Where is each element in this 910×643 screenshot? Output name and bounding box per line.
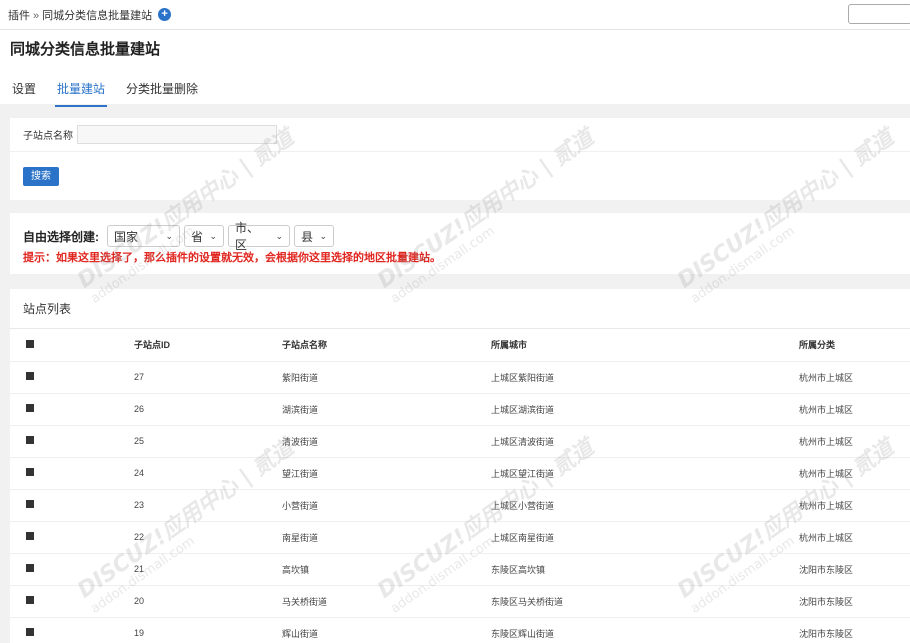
row-checkbox[interactable] xyxy=(26,596,34,604)
cell-id: 24 xyxy=(134,457,282,490)
tab-bar: 设置 批量建站 分类批量删除 xyxy=(10,72,900,107)
cell-name: 辉山街道 xyxy=(282,617,491,643)
subsite-name-label: 子站点名称 xyxy=(23,131,73,142)
column-header-city: 所属城市 xyxy=(491,329,799,362)
add-shortcut-icon[interactable]: + xyxy=(158,8,172,21)
row-checkbox[interactable] xyxy=(26,372,34,380)
cell-id: 20 xyxy=(134,585,282,618)
cell-name: 小营街道 xyxy=(282,489,491,522)
cell-name: 望江街道 xyxy=(282,457,491,490)
row-checkbox[interactable] xyxy=(26,468,34,476)
region-select-panel: 自由选择创建: 国家 ⌄ 省 ⌄ 市、区 ⌄ 县 ⌄ 提示：如果这里选择了，那么插件的设… xyxy=(10,213,910,274)
cell-category: 杭州市上城区 xyxy=(799,361,910,394)
cell-name: 紫阳街道 xyxy=(282,361,491,394)
column-header-name: 子站点名称 xyxy=(282,329,491,362)
row-checkbox[interactable] xyxy=(26,500,34,508)
city-district-select[interactable]: 市、区 ⌄ xyxy=(228,221,290,252)
top-bar: 插件» 同城分类信息批量建站 + xyxy=(0,0,910,30)
subsite-name-input[interactable] xyxy=(77,125,277,144)
chevron-down-icon: ⌄ xyxy=(209,230,217,241)
breadcrumb-separator: » xyxy=(33,9,40,22)
province-select[interactable]: 省 ⌄ xyxy=(184,225,224,247)
cell-id: 25 xyxy=(134,425,282,458)
table-row: 27 紫阳街道 上城区紫阳街道 杭州市上城区 xyxy=(10,361,910,394)
cell-city: 东陵区辉山街道 xyxy=(491,617,799,643)
cell-id: 26 xyxy=(134,393,282,426)
search-panel: 子站点名称 搜索 xyxy=(10,118,910,200)
cell-category: 杭州市上城区 xyxy=(799,489,910,522)
row-checkbox[interactable] xyxy=(26,564,34,572)
cell-name: 马关桥街道 xyxy=(282,585,491,618)
row-checkbox[interactable] xyxy=(26,436,34,444)
tab-settings[interactable]: 设置 xyxy=(10,72,38,107)
cell-category: 杭州市上城区 xyxy=(799,521,910,554)
site-list-panel: 站点列表 子站点ID 子站点名称 所属城市 所属分类 27 紫阳街道 上城区紫阳街道… xyxy=(10,289,910,643)
county-select[interactable]: 县 ⌄ xyxy=(294,225,334,247)
cell-id: 21 xyxy=(134,553,282,586)
table-header-row: 子站点ID 子站点名称 所属城市 所属分类 xyxy=(10,329,910,362)
cell-name: 高坎镇 xyxy=(282,553,491,586)
region-select-label: 自由选择创建: xyxy=(23,229,99,244)
breadcrumb-root[interactable]: 插件 xyxy=(8,10,30,22)
tab-batch-delete-category[interactable]: 分类批量删除 xyxy=(124,72,200,107)
chevron-down-icon: ⌄ xyxy=(165,230,173,241)
site-list-title: 站点列表 xyxy=(10,289,910,329)
cell-id: 22 xyxy=(134,521,282,554)
cell-city: 上城区小营街道 xyxy=(491,489,799,522)
page-header: 同城分类信息批量建站 设置 批量建站 分类批量删除 xyxy=(0,30,910,107)
cell-category: 沈阳市东陵区 xyxy=(799,585,910,618)
top-search-input[interactable] xyxy=(848,4,910,24)
table-row: 24 望江街道 上城区望江街道 杭州市上城区 xyxy=(10,457,910,490)
chevron-down-icon: ⌄ xyxy=(319,230,327,241)
cell-city: 上城区湖滨街道 xyxy=(491,393,799,426)
cell-city: 上城区清波街道 xyxy=(491,425,799,458)
breadcrumb-current: 同城分类信息批量建站 xyxy=(42,9,153,22)
cell-category: 杭州市上城区 xyxy=(799,457,910,490)
cell-name: 清波街道 xyxy=(282,425,491,458)
table-row: 20 马关桥街道 东陵区马关桥街道 沈阳市东陵区 xyxy=(10,585,910,618)
cell-category: 杭州市上城区 xyxy=(799,393,910,426)
table-row: 22 南星街道 上城区南星街道 杭州市上城区 xyxy=(10,521,910,554)
cell-category: 沈阳市东陵区 xyxy=(799,553,910,586)
cell-name: 南星街道 xyxy=(282,521,491,554)
cell-city: 上城区望江街道 xyxy=(491,457,799,490)
cell-name: 湖滨街道 xyxy=(282,393,491,426)
row-checkbox[interactable] xyxy=(26,532,34,540)
table-row: 21 高坎镇 东陵区高坎镇 沈阳市东陵区 xyxy=(10,553,910,586)
select-all-checkbox[interactable] xyxy=(26,339,34,348)
cell-category: 沈阳市东陵区 xyxy=(799,617,910,643)
cell-city: 东陵区马关桥街道 xyxy=(491,585,799,618)
region-tip: 提示：如果这里选择了，那么插件的设置就无效，会根据你这里选择的地区批量建站。 xyxy=(23,252,441,264)
table-row: 19 辉山街道 东陵区辉山街道 沈阳市东陵区 xyxy=(10,617,910,643)
country-select[interactable]: 国家 ⌄ xyxy=(107,225,180,247)
cell-city: 上城区紫阳街道 xyxy=(491,361,799,394)
table-row: 25 清波街道 上城区清波街道 杭州市上城区 xyxy=(10,425,910,458)
column-header-id: 子站点ID xyxy=(134,329,282,362)
table-row: 23 小营街道 上城区小营街道 杭州市上城区 xyxy=(10,489,910,522)
table-row: 26 湖滨街道 上城区湖滨街道 杭州市上城区 xyxy=(10,393,910,426)
row-checkbox[interactable] xyxy=(26,404,34,412)
site-table: 子站点ID 子站点名称 所属城市 所属分类 27 紫阳街道 上城区紫阳街道 杭州市上城… xyxy=(10,329,910,643)
cell-category: 杭州市上城区 xyxy=(799,425,910,458)
cell-id: 27 xyxy=(134,361,282,394)
tab-batch-create[interactable]: 批量建站 xyxy=(55,72,108,107)
search-button[interactable]: 搜索 xyxy=(23,167,59,186)
row-checkbox[interactable] xyxy=(26,628,34,636)
column-header-category: 所属分类 xyxy=(799,329,910,362)
cell-city: 东陵区高坎镇 xyxy=(491,553,799,586)
page-title: 同城分类信息批量建站 xyxy=(10,41,161,58)
breadcrumb: 插件» 同城分类信息批量建站 xyxy=(8,7,152,23)
cell-city: 上城区南星街道 xyxy=(491,521,799,554)
cell-id: 19 xyxy=(134,617,282,643)
cell-id: 23 xyxy=(134,489,282,522)
chevron-down-icon: ⌄ xyxy=(275,230,283,241)
